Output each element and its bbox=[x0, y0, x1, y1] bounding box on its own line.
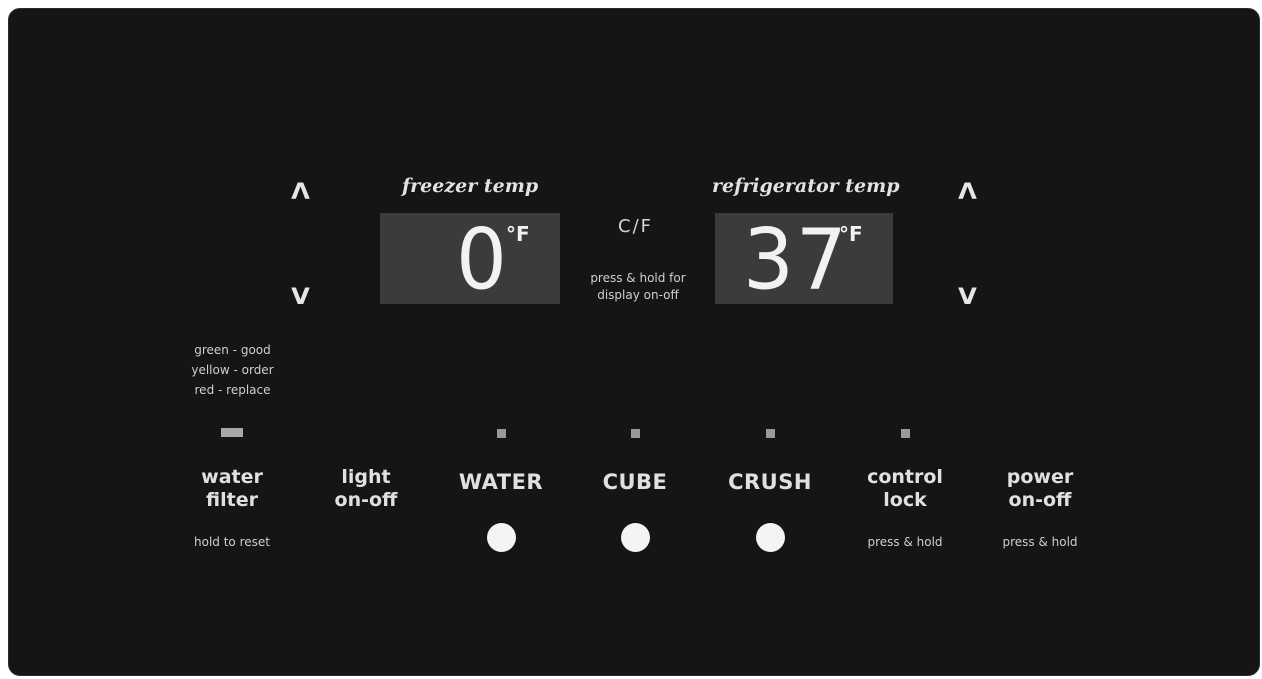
cube-dispense-button[interactable] bbox=[621, 523, 650, 552]
control-lock-button[interactable]: control lock bbox=[845, 466, 965, 512]
power-label-line2: on-off bbox=[1008, 489, 1072, 511]
power-hint: press & hold bbox=[1002, 535, 1078, 549]
cube-indicator bbox=[631, 429, 640, 438]
refrigerator-temp-up-button[interactable]: Λ bbox=[958, 182, 977, 204]
refrigerator-temp-unit: °F bbox=[839, 222, 863, 246]
water-dispense-label: WATER bbox=[458, 470, 544, 494]
freezer-temp-up-button[interactable]: Λ bbox=[291, 182, 310, 204]
light-label-line1: light bbox=[341, 466, 391, 488]
freezer-temp-unit: °F bbox=[506, 222, 530, 246]
water-filter-indicator bbox=[221, 428, 243, 437]
cf-toggle-button[interactable]: C/F bbox=[618, 216, 653, 237]
light-button[interactable]: light on-off bbox=[306, 466, 426, 512]
cube-dispense-label: CUBE bbox=[602, 470, 668, 494]
power-button[interactable]: power on-off bbox=[980, 466, 1100, 512]
control-lock-label-line1: control bbox=[867, 466, 943, 488]
cf-hint: press & hold for display on-off bbox=[578, 270, 698, 304]
refrigerator-temp-title: refrigerator temp bbox=[712, 175, 900, 197]
freezer-temp-display: 0 °F bbox=[380, 213, 560, 304]
refrigerator-temp-down-button[interactable]: V bbox=[958, 287, 977, 309]
power-label-line1: power bbox=[1006, 466, 1074, 488]
filter-legend-replace: red - replace bbox=[194, 383, 271, 397]
filter-legend-good: green - good bbox=[194, 343, 271, 357]
refrigerator-temp-value: 37 bbox=[743, 210, 849, 309]
water-filter-label-line1: water bbox=[201, 466, 263, 488]
crush-dispense-button[interactable] bbox=[756, 523, 785, 552]
water-indicator bbox=[497, 429, 506, 438]
freezer-temp-down-button[interactable]: V bbox=[291, 287, 310, 309]
freezer-temp-value: 0 bbox=[456, 210, 509, 309]
control-lock-label-line2: lock bbox=[883, 489, 927, 511]
filter-legend-order: yellow - order bbox=[191, 363, 274, 377]
water-filter-button[interactable]: water filter bbox=[172, 466, 292, 512]
water-filter-legend: green - good yellow - order red - replac… bbox=[180, 340, 285, 400]
water-filter-hint: hold to reset bbox=[194, 535, 270, 549]
water-filter-label-line2: filter bbox=[206, 489, 258, 511]
crush-indicator bbox=[766, 429, 775, 438]
control-lock-indicator bbox=[901, 429, 910, 438]
crush-dispense-label: CRUSH bbox=[728, 470, 812, 494]
cf-hint-line2: display on-off bbox=[597, 288, 679, 302]
light-label-line2: on-off bbox=[334, 489, 398, 511]
refrigerator-temp-display: 37 °F bbox=[715, 213, 893, 304]
freezer-temp-title: freezer temp bbox=[402, 175, 539, 197]
control-lock-hint: press & hold bbox=[867, 535, 943, 549]
cf-hint-line1: press & hold for bbox=[590, 271, 686, 285]
water-dispense-button[interactable] bbox=[487, 523, 516, 552]
